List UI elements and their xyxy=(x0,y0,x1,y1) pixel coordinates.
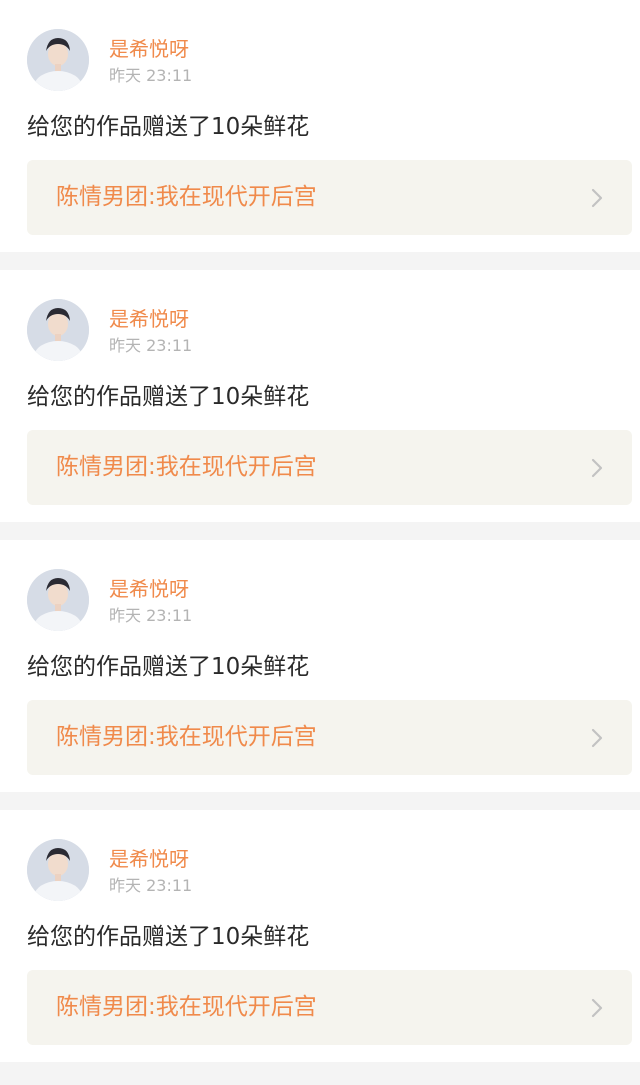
timestamp: 昨天 23:11 xyxy=(109,876,193,895)
gift-message: 给您的作品赠送了10朵鲜花 xyxy=(27,654,310,680)
notification-card: 是希悦呀 昨天 23:11 给您的作品赠送了10朵鲜花 陈情男团:我在现代开后宫 xyxy=(0,810,640,1062)
notification-card: 是希悦呀 昨天 23:11 给您的作品赠送了10朵鲜花 陈情男团:我在现代开后宫 xyxy=(0,270,640,522)
username[interactable]: 是希悦呀 xyxy=(109,307,189,331)
notification-card: 是希悦呀 昨天 23:11 给您的作品赠送了10朵鲜花 陈情男团:我在现代开后宫 xyxy=(0,0,640,252)
user-avatar[interactable] xyxy=(27,29,89,91)
timestamp: 昨天 23:11 xyxy=(109,66,193,85)
work-link[interactable]: 陈情男团:我在现代开后宫 xyxy=(27,700,632,775)
timestamp: 昨天 23:11 xyxy=(109,336,193,355)
work-link[interactable]: 陈情男团:我在现代开后宫 xyxy=(27,430,632,505)
user-avatar[interactable] xyxy=(27,839,89,901)
work-link[interactable]: 陈情男团:我在现代开后宫 xyxy=(27,970,632,1045)
gift-message: 给您的作品赠送了10朵鲜花 xyxy=(27,924,310,950)
avatar-photo-icon xyxy=(27,569,89,631)
timestamp: 昨天 23:11 xyxy=(109,606,193,625)
username[interactable]: 是希悦呀 xyxy=(109,577,189,601)
work-title: 陈情男团:我在现代开后宫 xyxy=(56,184,317,210)
work-title: 陈情男团:我在现代开后宫 xyxy=(56,994,317,1020)
avatar-photo-icon xyxy=(27,29,89,91)
gift-message: 给您的作品赠送了10朵鲜花 xyxy=(27,114,310,140)
notification-card: 是希悦呀 昨天 23:11 给您的作品赠送了10朵鲜花 陈情男团:我在现代开后宫 xyxy=(0,540,640,792)
username[interactable]: 是希悦呀 xyxy=(109,37,189,61)
gift-message: 给您的作品赠送了10朵鲜花 xyxy=(27,384,310,410)
work-link[interactable]: 陈情男团:我在现代开后宫 xyxy=(27,160,632,235)
chevron-right-icon xyxy=(591,728,603,748)
avatar-photo-icon xyxy=(27,839,89,901)
chevron-right-icon xyxy=(591,458,603,478)
username[interactable]: 是希悦呀 xyxy=(109,847,189,871)
work-title: 陈情男团:我在现代开后宫 xyxy=(56,454,317,480)
user-avatar[interactable] xyxy=(27,569,89,631)
user-avatar[interactable] xyxy=(27,299,89,361)
work-title: 陈情男团:我在现代开后宫 xyxy=(56,724,317,750)
avatar-photo-icon xyxy=(27,299,89,361)
chevron-right-icon xyxy=(591,998,603,1018)
notification-feed: 是希悦呀 昨天 23:11 给您的作品赠送了10朵鲜花 陈情男团:我在现代开后宫… xyxy=(0,0,640,1085)
chevron-right-icon xyxy=(591,188,603,208)
